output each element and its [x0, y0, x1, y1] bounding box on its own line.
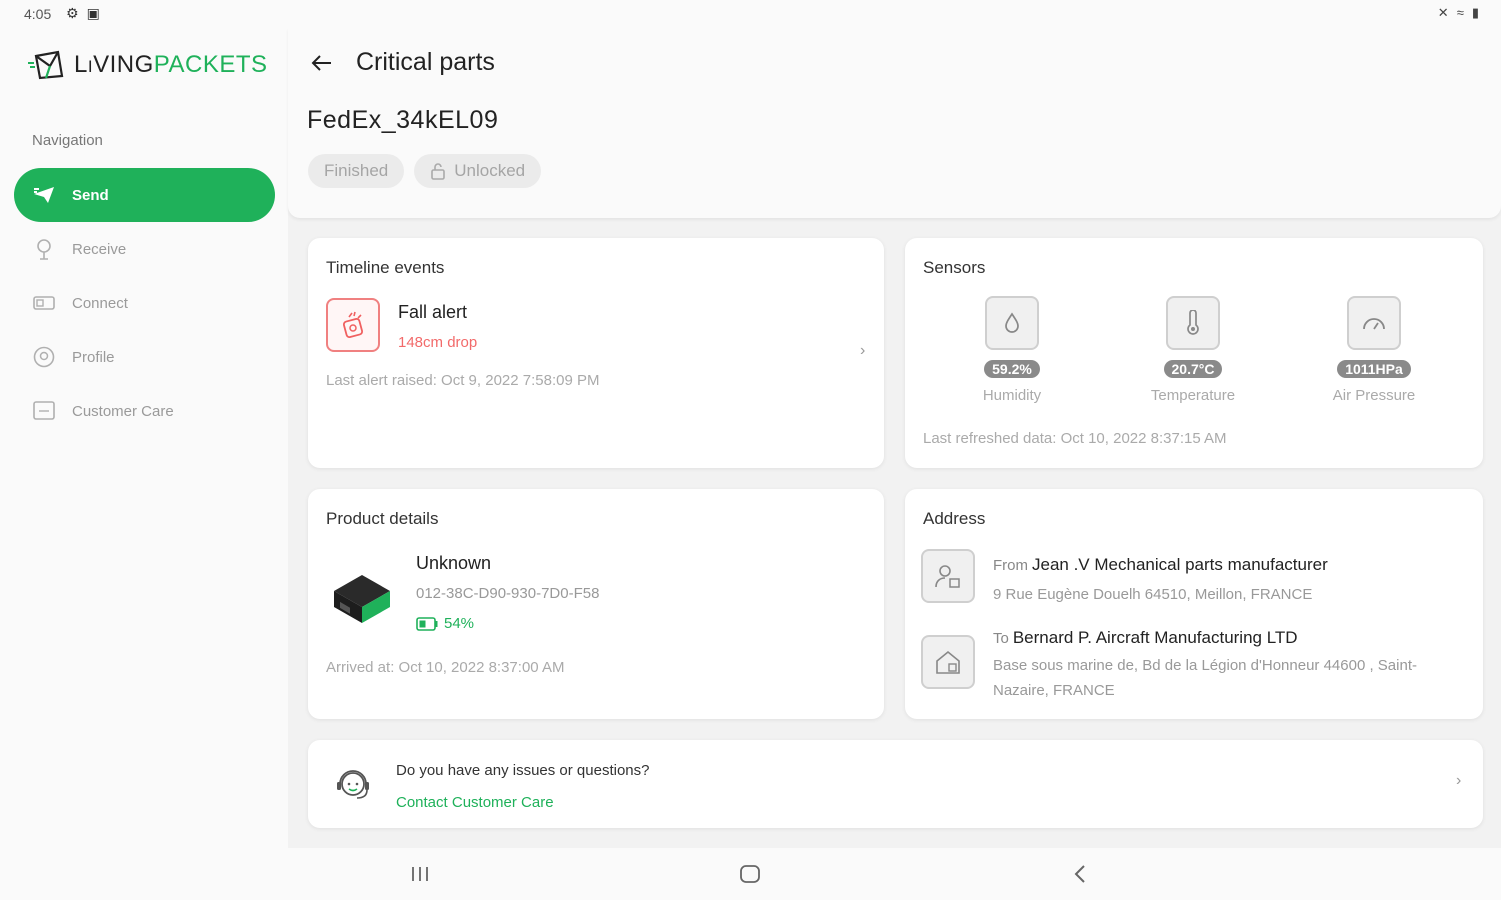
thermometer-icon: [1166, 296, 1220, 350]
status-chip-finished: Finished: [308, 154, 405, 188]
receive-icon: [32, 238, 56, 260]
from-address: 9 Rue Eugène Douelh 64510, Meillon, FRAN…: [993, 586, 1313, 603]
sidebar-item-label: Send: [72, 186, 109, 204]
from-name-line: From Jean .V Mechanical parts manufacture…: [993, 555, 1328, 575]
alert-title: Fall alert: [398, 302, 468, 322]
unlock-icon: [431, 163, 446, 180]
pressure-label: Air Pressure: [1332, 387, 1416, 404]
product-arrived-date: Arrived at: Oct 10, 2022 8:37:00 AM: [326, 659, 565, 676]
sidebar-item-label: Connect: [72, 294, 128, 312]
from-prefix: From: [993, 557, 1028, 574]
sensor-humidity: 59.2% Humidity: [952, 296, 1072, 404]
product-card: Product details Unknown 012-38C-D90-930-…: [308, 489, 884, 719]
system-nav-bar: [0, 848, 1501, 900]
last-alert-date: Last alert raised: Oct 9, 2022 7:58:09 P…: [326, 372, 600, 389]
chevron-right-icon[interactable]: ›: [1456, 772, 1461, 790]
sidebar-item-customer-care[interactable]: Customer Care: [14, 384, 275, 438]
status-chip-unlocked: Unlocked: [414, 154, 542, 188]
wifi-icon: ≈: [1456, 5, 1464, 20]
sidebar-item-label: Profile: [72, 348, 115, 366]
system-back-button[interactable]: [1060, 860, 1100, 888]
connect-icon: [32, 292, 56, 314]
brand-name: LiVINGPACKETS: [74, 51, 268, 78]
address-title: Address: [923, 509, 986, 528]
sidebar: LiVINGPACKETS Navigation Send Receive Co…: [0, 28, 288, 848]
arrow-left-icon: [311, 55, 331, 71]
customer-care-icon: [32, 400, 56, 422]
sensors-card: Sensors 59.2% Humidity 20.7°C Temperatur…: [905, 238, 1483, 468]
home-button[interactable]: [730, 860, 770, 888]
to-prefix: To: [993, 630, 1009, 647]
profile-icon: [32, 346, 56, 368]
temperature-value: 20.7°C: [1163, 360, 1223, 378]
sender-icon: [921, 549, 975, 603]
status-time: 4:05: [24, 6, 52, 22]
customer-care-card[interactable]: Do you have any issues or questions? Con…: [308, 740, 1483, 828]
recent-apps-icon: [412, 867, 428, 881]
home-icon: [740, 865, 760, 883]
recent-apps-button[interactable]: [400, 860, 440, 888]
product-title: Product details: [326, 509, 439, 528]
fall-alert-icon: [326, 298, 380, 352]
to-name-line: To Bernard P. Aircraft Manufacturing LTD: [993, 628, 1298, 648]
send-icon: [32, 184, 56, 206]
pressure-value: 1011HPa: [1337, 360, 1411, 378]
page-title: Critical parts: [356, 48, 495, 76]
back-button[interactable]: [306, 48, 336, 78]
alert-detail: 148cm drop: [398, 334, 478, 351]
sidebar-item-connect[interactable]: Connect: [14, 276, 275, 330]
humidity-value: 59.2%: [984, 360, 1040, 378]
sidebar-item-send[interactable]: Send: [14, 168, 275, 222]
mute-icon: ✕: [1437, 5, 1449, 20]
battery-icon: [416, 616, 438, 631]
status-chips: Finished Unlocked: [308, 154, 542, 188]
from-name: Jean .V Mechanical parts manufacturer: [1032, 555, 1328, 574]
parcel-header: Critical parts FedEx_34kEL09 Finished Un…: [288, 28, 1501, 218]
sidebar-item-label: Receive: [72, 240, 127, 258]
recipient-home-icon: [921, 635, 975, 689]
battery-status-icon: ▮: [1471, 5, 1479, 20]
pressure-gauge-icon: [1347, 296, 1401, 350]
product-battery: 54%: [416, 615, 474, 632]
chevron-right-icon[interactable]: ›: [860, 342, 865, 360]
product-device-image: [334, 575, 390, 623]
settings-status-icon: ⚙: [66, 5, 79, 21]
address-card: Address From Jean .V Mechanical parts man…: [905, 489, 1483, 719]
status-bar: 4:05 ⚙ ▣ ✕ ≈ ▮: [0, 0, 1501, 28]
sensor-temperature: 20.7°C Temperature: [1133, 296, 1253, 404]
brand-logo: LiVINGPACKETS: [28, 50, 268, 80]
product-name: Unknown: [416, 553, 492, 573]
timeline-title: Timeline events: [326, 258, 445, 277]
help-question: Do you have any issues or questions?: [396, 762, 650, 779]
chevron-left-icon: [1074, 865, 1085, 883]
sensors-refresh-date: Last refreshed data: Oct 10, 2022 8:37:1…: [923, 430, 1227, 447]
main-content: Critical parts FedEx_34kEL09 Finished Un…: [288, 28, 1501, 848]
support-agent-icon: [337, 770, 369, 799]
logo-icon: [28, 50, 64, 80]
sidebar-item-profile[interactable]: Profile: [14, 330, 275, 384]
nav-heading: Navigation: [32, 132, 103, 149]
nav-list: Send Receive Connect Profile Customer Ca…: [14, 168, 275, 438]
sidebar-item-label: Customer Care: [72, 402, 174, 420]
sensor-air-pressure: 1011HPa Air Pressure: [1314, 296, 1434, 404]
humidity-label: Humidity: [982, 387, 1042, 404]
sensors-title: Sensors: [923, 258, 986, 277]
timeline-card[interactable]: Timeline events Fall alert 148cm drop › …: [308, 238, 884, 468]
temperature-label: Temperature: [1150, 387, 1236, 404]
screenshot-status-icon: ▣: [86, 5, 100, 21]
sidebar-item-receive[interactable]: Receive: [14, 222, 275, 276]
humidity-icon: [985, 296, 1039, 350]
product-id: 012-38C-D90-930-7D0-F58: [416, 585, 600, 602]
to-name: Bernard P. Aircraft Manufacturing LTD: [1012, 628, 1298, 647]
to-address: Base sous marine de, Bd de la Légion d'H…: [993, 657, 1417, 699]
contact-customer-care-link[interactable]: Contact Customer Care: [396, 794, 554, 811]
parcel-name: FedEx_34kEL09: [307, 106, 499, 134]
